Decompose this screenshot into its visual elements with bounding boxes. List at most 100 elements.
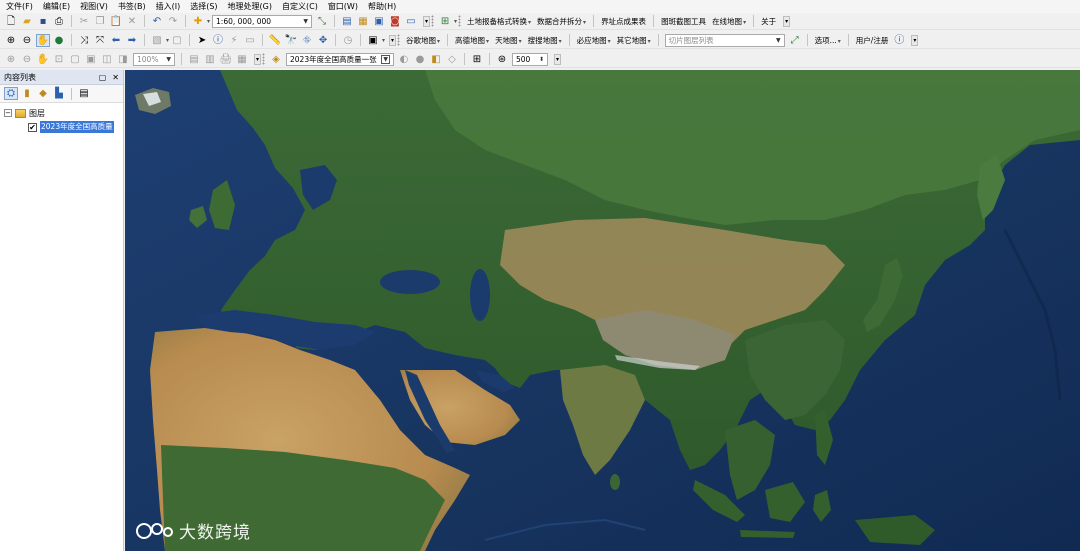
find-route-icon[interactable]: ⛗	[300, 34, 314, 47]
brightness-icon[interactable]: ●	[413, 53, 427, 66]
layers-group-row[interactable]: − 图层	[4, 106, 119, 120]
delete-icon[interactable]: ✕	[125, 15, 139, 28]
select-features-icon[interactable]: ▧	[150, 34, 164, 47]
menu-geoprocessing[interactable]: 地理处理(G)	[228, 1, 272, 13]
layer-visibility-checkbox[interactable]: ✔	[28, 122, 37, 132]
fixed-zoom-in-icon[interactable]: ⤨	[77, 34, 91, 47]
toolbar-overflow-button[interactable]: ▾	[389, 34, 397, 46]
zoom-out-icon[interactable]: ⊖	[20, 34, 34, 47]
zoom-whole-page-icon[interactable]: ▢	[68, 53, 82, 66]
data-merge-split-menu[interactable]: 数据合并拆分▾	[537, 16, 586, 27]
close-icon[interactable]: ✕	[112, 73, 119, 82]
boundary-point-table-button[interactable]: 界址点成果表	[601, 16, 646, 27]
toggle-draft-icon[interactable]: ▤	[187, 53, 201, 66]
toolbar-overflow-button[interactable]: ▾	[554, 53, 561, 65]
gaode-map-menu[interactable]: 高德地图▾	[455, 35, 489, 46]
pick-tool-icon[interactable]: ⤢	[788, 34, 802, 47]
add-data-icon[interactable]: ✚	[191, 15, 205, 28]
contrast-icon[interactable]: ◐	[397, 53, 411, 66]
time-slider-icon[interactable]: ◷	[341, 34, 355, 47]
user-register-button[interactable]: 用户/注册	[856, 35, 889, 46]
layout-forward-icon[interactable]: ◨	[116, 53, 130, 66]
go-to-xy-icon[interactable]: ✥	[316, 34, 330, 47]
layout-zoom-select[interactable]: 100% ▼	[133, 52, 175, 66]
menu-help[interactable]: 帮助(H)	[368, 1, 396, 13]
bing-map-menu[interactable]: 必应地图▾	[577, 35, 611, 46]
menu-bookmarks[interactable]: 书签(B)	[118, 1, 146, 13]
menu-windows[interactable]: 窗口(W)	[328, 1, 358, 13]
hyperlink-icon[interactable]: ⚡	[227, 34, 241, 47]
options-icon[interactable]: ▤	[77, 87, 91, 100]
zoom-100-icon[interactable]: ▣	[84, 53, 98, 66]
toolbar-grip[interactable]	[431, 15, 435, 27]
pan-hand-icon[interactable]: ✋	[36, 33, 50, 47]
python-window-icon[interactable]: ▭	[404, 15, 418, 28]
chevron-down-icon[interactable]: ▾	[382, 37, 385, 44]
select-elements-icon[interactable]: ➤	[195, 34, 209, 47]
redo-icon[interactable]: ↷	[166, 15, 180, 28]
open-folder-icon[interactable]: ▰	[20, 15, 34, 28]
toolbar-grip[interactable]	[262, 53, 265, 65]
flicker-rate-field[interactable]: 500 ⬍	[512, 52, 548, 66]
print-icon[interactable]: ⎙	[52, 15, 66, 28]
search-window-icon[interactable]: ▣	[372, 15, 386, 28]
new-document-icon[interactable]: 🗋	[4, 15, 18, 28]
layout-zoom-in-icon[interactable]: ⊕	[4, 53, 18, 66]
google-map-menu[interactable]: 谷歌地图▾	[406, 35, 440, 46]
tianditu-map-menu[interactable]: 天地图▾	[495, 35, 522, 46]
map-scale-select[interactable]: 1:60, 000, 000 ▼	[212, 14, 313, 28]
identify-icon[interactable]: ⓘ	[211, 34, 225, 47]
editor-toolbar-icon[interactable]: ⤡	[315, 15, 329, 28]
focus-frame-icon[interactable]: ▥	[203, 53, 217, 66]
map-view[interactable]: 大数跨境	[125, 70, 1080, 551]
parcel-screenshot-button[interactable]: 图斑截图工具	[661, 16, 706, 27]
about-button[interactable]: 关于	[761, 16, 776, 27]
menu-view[interactable]: 视图(V)	[80, 1, 108, 13]
pin-icon[interactable]: ▢	[99, 73, 107, 82]
catalog-icon[interactable]: ▦	[356, 15, 370, 28]
chevron-down-icon[interactable]: ▾	[166, 37, 169, 44]
info-icon[interactable]: ⓘ	[892, 34, 906, 47]
layout-full-extent-icon[interactable]: ⊡	[52, 53, 66, 66]
list-by-selection-icon[interactable]: ▙	[52, 87, 66, 100]
list-by-drawing-order-icon[interactable]: ⛭	[4, 87, 18, 100]
toolbar-overflow-button[interactable]: ▾	[783, 15, 791, 27]
tile-layer-select[interactable]: 切片图层列表 ▼	[664, 33, 785, 47]
data-driven-pages-icon[interactable]: ▦	[235, 53, 249, 66]
toolbar-overflow-button[interactable]: ▾	[911, 34, 919, 46]
list-by-visibility-icon[interactable]: ◆	[36, 87, 50, 100]
change-layout-icon[interactable]: 🖨	[219, 53, 233, 66]
flicker-icon[interactable]: ◇	[445, 53, 459, 66]
measure-icon[interactable]: 📏	[268, 34, 282, 47]
html-popup-icon[interactable]: ▭	[243, 34, 257, 47]
full-extent-icon[interactable]: ●	[52, 34, 66, 47]
arctoolbox-icon[interactable]: ◙	[388, 15, 402, 28]
soso-map-menu[interactable]: 搜搜地图▾	[528, 35, 562, 46]
table-of-contents-icon[interactable]: ▤	[340, 15, 354, 28]
toolbar-grip[interactable]	[458, 15, 462, 27]
collapse-icon[interactable]: −	[4, 109, 12, 117]
toolbar-overflow-button[interactable]: ▾	[254, 53, 261, 65]
swipe-icon[interactable]: ◧	[429, 53, 443, 66]
layer-row[interactable]: ✔ 2023年度全国高质量	[28, 120, 119, 134]
online-map-menu[interactable]: 在线地图▾	[712, 16, 746, 27]
layout-zoom-out-icon[interactable]: ⊖	[20, 53, 34, 66]
chevron-down-icon[interactable]: ▾	[454, 18, 457, 25]
copy-icon[interactable]: ❐	[93, 15, 107, 28]
clear-selection-icon[interactable]: ▢	[170, 34, 184, 47]
menu-insert[interactable]: 插入(I)	[156, 1, 181, 13]
layer-name-label[interactable]: 2023年度全国高质量	[40, 121, 114, 133]
zoom-in-icon[interactable]: ⊕	[4, 34, 18, 47]
find-icon[interactable]: 🔭	[284, 34, 298, 47]
chevron-down-icon[interactable]: ▾	[207, 18, 210, 25]
effects-layer-icon[interactable]: ◈	[269, 53, 283, 66]
options-menu[interactable]: 选项...▾	[815, 35, 841, 46]
toolbar-grip[interactable]	[397, 34, 401, 46]
save-icon[interactable]: ▪	[36, 15, 50, 28]
toolbar-overflow-button[interactable]: ▾	[423, 15, 431, 27]
land-format-convert-menu[interactable]: 土地报备格式转换▾	[467, 16, 531, 27]
menu-customize[interactable]: 自定义(C)	[282, 1, 318, 13]
create-viewer-icon[interactable]: ▣	[366, 34, 380, 47]
menu-edit[interactable]: 编辑(E)	[43, 1, 70, 13]
list-by-source-icon[interactable]: ▮	[20, 87, 34, 100]
